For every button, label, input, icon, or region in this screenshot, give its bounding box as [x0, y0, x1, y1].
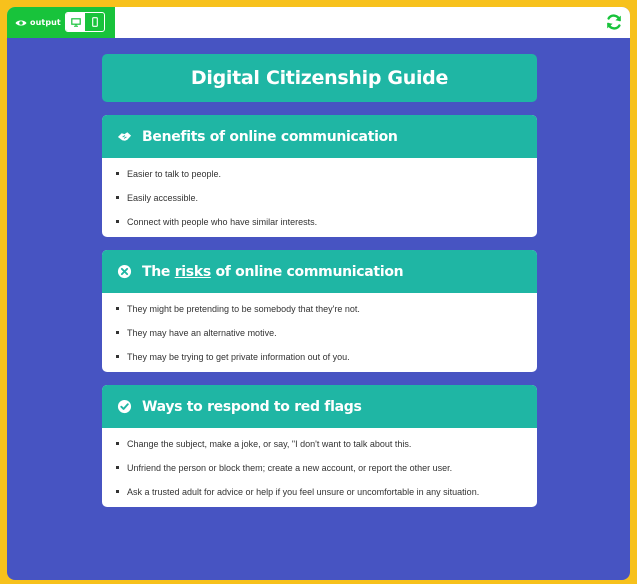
red-flags-card-header: Ways to respond to red flags: [102, 385, 537, 428]
output-toolbar: output: [7, 7, 630, 38]
list-item: Connect with people who have similar int…: [116, 216, 537, 228]
check-circle-icon: [117, 399, 132, 414]
risks-title: The risks of online communication: [142, 263, 404, 280]
mobile-icon: [91, 17, 98, 27]
red-flags-card: Ways to respond to red flags Change the …: [102, 385, 537, 507]
red-flags-title: Ways to respond to red flags: [142, 398, 362, 415]
desktop-icon: [70, 17, 81, 27]
list-item: Easily accessible.: [116, 192, 537, 204]
guide-content: Digital Citizenship Guide Benefits of on…: [102, 54, 537, 507]
list-item: They may have an alternative motive.: [116, 327, 537, 339]
list-item: They might be pretending to be somebody …: [116, 303, 537, 315]
risks-list: They might be pretending to be somebody …: [102, 293, 537, 372]
handshake-icon: [117, 132, 132, 141]
refresh-icon[interactable]: [605, 13, 623, 31]
benefits-title: Benefits of online communication: [142, 128, 398, 145]
list-item: They may be trying to get private inform…: [116, 351, 537, 363]
benefits-card: Benefits of online communication Easier …: [102, 115, 537, 237]
list-item: Unfriend the person or block them; creat…: [116, 462, 537, 474]
eye-icon: [15, 19, 27, 26]
output-label: output: [30, 18, 61, 27]
risks-card-header: The risks of online communication: [102, 250, 537, 293]
red-flags-list: Change the subject, make a joke, or say,…: [102, 428, 537, 507]
output-frame: output Digital Citizenship Guide Benefit…: [7, 7, 630, 580]
desktop-view-button[interactable]: [66, 13, 85, 31]
output-tab[interactable]: output: [7, 7, 115, 38]
x-circle-icon: [117, 264, 132, 279]
page-title: Digital Citizenship Guide: [190, 67, 449, 89]
device-toggle: [65, 12, 105, 32]
list-item: Ask a trusted adult for advice or help i…: [116, 486, 537, 498]
risks-card: The risks of online communication They m…: [102, 250, 537, 372]
risks-emphasis: risks: [174, 263, 211, 280]
mobile-view-button[interactable]: [85, 13, 104, 31]
benefits-list: Easier to talk to people. Easily accessi…: [102, 158, 537, 237]
list-item: Change the subject, make a joke, or say,…: [116, 438, 537, 450]
benefits-card-header: Benefits of online communication: [102, 115, 537, 158]
list-item: Easier to talk to people.: [116, 168, 537, 180]
title-card: Digital Citizenship Guide: [102, 54, 537, 102]
